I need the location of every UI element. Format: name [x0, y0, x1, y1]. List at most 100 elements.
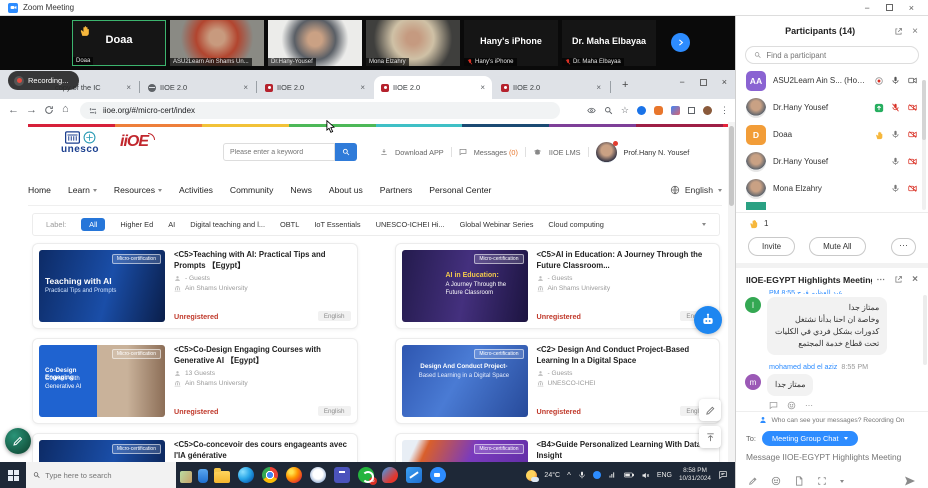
pop-out-icon[interactable] [894, 275, 903, 284]
emoji-icon[interactable] [771, 476, 781, 486]
filter-chip-iot[interactable]: IoT Essentials [314, 220, 360, 229]
omnibox[interactable]: iioe.org/#/micro-cert/index [80, 102, 560, 119]
home-icon[interactable]: ⌂ [62, 102, 69, 116]
browser-tab-3[interactable]: IIOE 2.0 × [258, 76, 372, 99]
browser-restore-button[interactable] [700, 79, 707, 86]
start-button[interactable] [0, 462, 26, 488]
new-tab-button[interactable]: + [622, 79, 628, 91]
forward-icon[interactable]: → [26, 103, 37, 117]
lms-link[interactable]: IIOE LMS [549, 148, 581, 157]
course-card[interactable]: Micro-certification Design And Conduct P… [395, 338, 721, 424]
network-icon[interactable] [608, 471, 617, 479]
course-title[interactable]: <C5>Teaching with AI: Practical Tips and… [174, 250, 351, 271]
course-title[interactable]: <C5>Co-Design Engaging Courses with Gene… [174, 345, 351, 366]
tray-zoom-icon[interactable] [593, 471, 601, 479]
site-search-button[interactable] [335, 143, 357, 161]
video-tile-mona[interactable]: Mona Elzahry [366, 20, 460, 66]
chat-input-area[interactable] [736, 448, 928, 462]
site-search-input[interactable] [230, 144, 328, 160]
participant-row[interactable]: Dr.Hany Yousef [736, 94, 928, 121]
screenshot-icon[interactable] [817, 476, 827, 486]
course-card[interactable]: Micro-certification AI in Education: A J… [395, 243, 721, 329]
window-minimize-button[interactable]: − [864, 3, 869, 13]
extension-blue-icon[interactable] [637, 106, 646, 115]
taskbar-search-input[interactable] [45, 471, 169, 480]
reload-icon[interactable] [44, 105, 54, 119]
course-title[interactable]: <C5>Co-concevoir des cours engageants av… [174, 440, 351, 461]
chrome-icon[interactable] [262, 467, 278, 483]
browser-tab-2[interactable]: IIOE 2.0 × [141, 76, 255, 99]
chatbot-floating-button[interactable] [694, 306, 722, 334]
browser-tab-5[interactable]: IIOE 2.0 × [494, 76, 608, 99]
side-panel-icon[interactable] [688, 107, 695, 114]
action-center-icon[interactable] [718, 470, 728, 480]
nav-news[interactable]: News [290, 185, 312, 195]
mic-icon[interactable] [891, 184, 900, 193]
mic-icon[interactable] [891, 130, 900, 139]
participant-row[interactable]: Dr.Hany Yousef [736, 148, 928, 175]
mic-muted-icon[interactable] [891, 103, 900, 112]
back-icon[interactable]: ← [8, 103, 19, 117]
course-title[interactable]: <C5>AI in Education: A Journey Through t… [537, 250, 714, 271]
video-tile-doaa[interactable]: Doaa Doaa [72, 20, 166, 66]
filter-chip-higher-ed[interactable]: Higher Ed [120, 220, 153, 229]
browser-close-button[interactable]: × [722, 77, 727, 87]
participant-row[interactable]: AA ASU2Learn Ain S... (Host, me) [736, 67, 928, 94]
profile-avatar-icon[interactable] [703, 106, 712, 115]
participants-scrollbar[interactable] [922, 80, 926, 210]
chat-message-input[interactable] [746, 452, 918, 462]
tray-mic-icon[interactable] [578, 471, 586, 479]
tab-close-icon[interactable]: × [480, 83, 485, 92]
camera-icon[interactable] [907, 76, 918, 85]
paint3d-icon[interactable] [406, 467, 422, 483]
tab-close-icon[interactable]: × [243, 83, 248, 92]
profile-name[interactable]: Prof.Hany N. Yousef [624, 148, 690, 157]
filter-chip-digital-teaching[interactable]: Digital teaching and l... [190, 220, 265, 229]
camera-off-icon[interactable] [907, 157, 918, 166]
invite-button[interactable]: Invite [748, 237, 795, 256]
tab-close-icon[interactable]: × [596, 83, 601, 92]
course-card[interactable]: Micro-certification <C5>Co-concevoir des… [32, 433, 358, 462]
extension-sparkle-icon[interactable] [671, 106, 680, 115]
password-eye-icon[interactable] [587, 106, 596, 115]
battery-icon[interactable] [624, 471, 634, 479]
send-icon[interactable] [904, 475, 916, 487]
nav-resources[interactable]: Resources [114, 185, 162, 195]
window-restore-button[interactable] [886, 4, 893, 11]
video-tile-dr-hany[interactable]: Dr.Hany-Yousef [268, 20, 362, 66]
firefox-icon[interactable] [286, 467, 302, 483]
chat-recipient-selector[interactable]: Meeting Group Chat [762, 431, 858, 446]
participant-search[interactable] [745, 46, 919, 64]
participant-row-partial[interactable] [736, 202, 928, 210]
back-to-top-button[interactable] [699, 426, 721, 448]
format-icon[interactable] [748, 476, 758, 486]
nav-partners[interactable]: Partners [380, 185, 412, 195]
desktop-notebook-icon[interactable] [180, 471, 192, 483]
chat-more-icon[interactable]: ⋯ [876, 274, 885, 285]
course-title[interactable]: <B4>Guide Personalized Learning With Dat… [537, 440, 714, 461]
speaker-muted-icon[interactable] [641, 471, 650, 480]
browser-tab-4-active[interactable]: IIOE 2.0 × [374, 76, 492, 99]
video-tile-asu2learn[interactable]: ASU2Learn Ain Shams Un... [170, 20, 264, 66]
extension-puzzle-icon[interactable] [654, 106, 663, 115]
tray-expand-icon[interactable]: ^ [567, 471, 571, 480]
nav-community[interactable]: Community [230, 185, 273, 195]
whatsapp-icon[interactable]: 5 [358, 467, 374, 483]
browser-minimize-button[interactable]: − [679, 77, 684, 87]
desktop-bottle-icon[interactable] [198, 469, 208, 483]
profile-avatar[interactable] [596, 142, 617, 163]
panel-close-icon[interactable]: × [912, 26, 918, 37]
file-explorer-icon[interactable] [214, 471, 230, 483]
filter-chip-ai[interactable]: AI [168, 220, 175, 229]
tab-close-icon[interactable]: × [360, 83, 365, 92]
zoom-taskbar-icon[interactable] [430, 467, 446, 483]
mic-icon[interactable] [891, 76, 900, 85]
message-more-icon[interactable]: ⋯ [805, 401, 813, 410]
edge-icon[interactable] [238, 467, 254, 483]
annotation-bubble[interactable] [5, 428, 31, 454]
pop-out-icon[interactable] [894, 27, 903, 36]
cloud-app-icon[interactable] [310, 467, 326, 483]
filter-expand-icon[interactable] [702, 223, 706, 226]
taskbar-clock[interactable]: 8:58 PM10/31/2024 [679, 467, 711, 484]
tab-close-icon[interactable]: × [126, 83, 131, 92]
